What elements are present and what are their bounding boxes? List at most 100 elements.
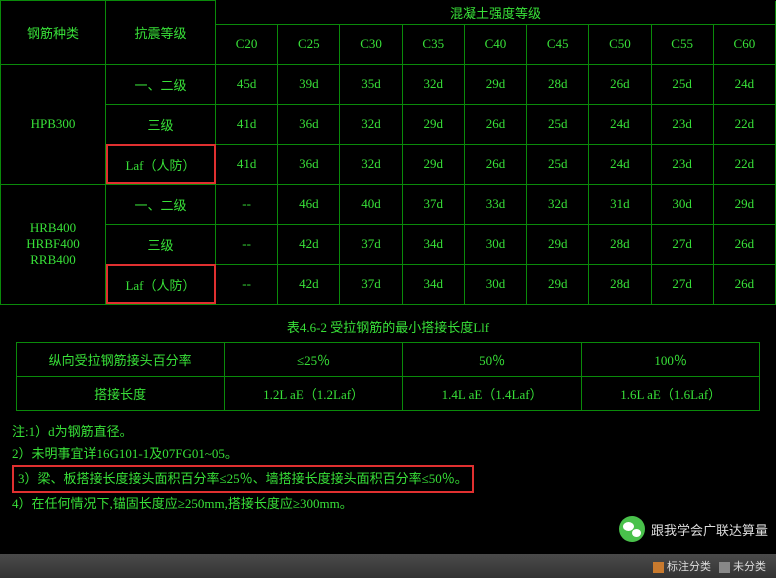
grade-cell: C30 <box>340 24 402 64</box>
table-cell: 26d <box>589 64 651 104</box>
table2-title: 表4.6-2 受拉钢筋的最小搭接长度Llf <box>0 317 776 336</box>
grade-cell: C35 <box>402 24 464 64</box>
grade-cell: C45 <box>527 24 589 64</box>
table-cell: 37d <box>340 224 402 264</box>
table2-cell: ≤25％ <box>224 342 403 376</box>
table-cell: 34d <box>402 264 464 304</box>
steel-type-hpb300: HPB300 <box>1 64 106 184</box>
lap-length-table: 纵向受拉钢筋接头百分率 ≤25％ 50％ 100％ 搭接长度 1.2L aE（1… <box>16 342 761 411</box>
table-cell: 41d <box>216 144 278 184</box>
grade-cell: C50 <box>589 24 651 64</box>
cad-drawing-canvas: 钢筋种类 抗震等级 混凝土强度等级 C20 C25 C30 C35 C40 C4… <box>0 0 776 578</box>
table-cell: 29d <box>402 144 464 184</box>
note-line: 4）在任何情况下,锚固长度应≥250mm,搭接长度应≥300mm。 <box>12 493 776 515</box>
table-cell: 33d <box>464 184 526 224</box>
table-cell: 46d <box>278 184 340 224</box>
seismic-level: 三级 <box>106 224 216 264</box>
steel-type-hrb400: HRB400 HRBF400 RRB400 <box>1 184 106 304</box>
table-cell: 23d <box>651 104 713 144</box>
table-cell: 24d <box>713 64 775 104</box>
steel-type-line: HRBF400 <box>26 236 79 251</box>
table-cell: 41d <box>216 104 278 144</box>
wechat-label: 跟我学会广联达算量 <box>651 520 768 539</box>
table2-cell: 100％ <box>581 342 760 376</box>
table-cell: -- <box>216 264 278 304</box>
wechat-watermark: 跟我学会广联达算量 <box>619 516 768 542</box>
col-header-concrete: 混凝土强度等级 <box>216 1 776 25</box>
table2-row2-label: 搭接长度 <box>16 376 224 410</box>
table-cell: 37d <box>340 264 402 304</box>
table-cell: 35d <box>340 64 402 104</box>
steel-type-line: RRB400 <box>30 252 76 267</box>
grade-cell: C25 <box>278 24 340 64</box>
table-cell: 37d <box>402 184 464 224</box>
table-cell: 27d <box>651 224 713 264</box>
steel-type-line: HRB400 <box>30 220 76 235</box>
table-cell: 24d <box>589 144 651 184</box>
table-cell: -- <box>216 224 278 264</box>
table-cell: 24d <box>589 104 651 144</box>
table-cell: 26d <box>713 264 775 304</box>
table-cell: 36d <box>278 104 340 144</box>
col-header-seismic: 抗震等级 <box>106 1 216 65</box>
table-cell: 26d <box>464 144 526 184</box>
seismic-level: 一、二级 <box>106 184 216 224</box>
table-cell: 28d <box>589 224 651 264</box>
seismic-level: 三级 <box>106 104 216 144</box>
grade-cell: C55 <box>651 24 713 64</box>
status-bar[interactable]: 标注分类 未分类 <box>0 554 776 578</box>
status-tag[interactable]: 未分类 <box>719 558 766 574</box>
table-cell: 32d <box>340 104 402 144</box>
note-line: 注:1）d为钢筋直径。 <box>12 421 776 443</box>
table2-cell: 1.4L aE（1.4Laf） <box>403 376 582 410</box>
table-cell: -- <box>216 184 278 224</box>
table-cell: 36d <box>278 144 340 184</box>
color-swatch-icon <box>719 562 730 573</box>
table-cell: 25d <box>527 144 589 184</box>
table-cell: 40d <box>340 184 402 224</box>
note-line: 2）未明事宜详16G101-1及07FG01~05。 <box>12 443 776 465</box>
table-cell: 32d <box>402 64 464 104</box>
status-tag[interactable]: 标注分类 <box>653 558 711 574</box>
notes-block: 注:1）d为钢筋直径。 2）未明事宜详16G101-1及07FG01~05。 3… <box>12 421 776 515</box>
table-cell: 25d <box>527 104 589 144</box>
seismic-level: 一、二级 <box>106 64 216 104</box>
table2-cell: 1.2L aE（1.2Laf） <box>224 376 403 410</box>
table-cell: 26d <box>713 224 775 264</box>
table-cell: 30d <box>464 224 526 264</box>
table-cell: 22d <box>713 104 775 144</box>
wechat-icon <box>619 516 645 542</box>
table-cell: 39d <box>278 64 340 104</box>
grade-cell: C40 <box>464 24 526 64</box>
table-cell: 45d <box>216 64 278 104</box>
table-cell: 26d <box>464 104 526 144</box>
table-cell: 32d <box>340 144 402 184</box>
table-cell: 31d <box>589 184 651 224</box>
table2-cell: 50％ <box>403 342 582 376</box>
table-cell: 34d <box>402 224 464 264</box>
table-cell: 29d <box>464 64 526 104</box>
table-cell: 32d <box>527 184 589 224</box>
table-cell: 30d <box>651 184 713 224</box>
table2-cell: 1.6L aE（1.6Laf） <box>581 376 760 410</box>
laf-row-label: Laf（人防） <box>106 144 216 184</box>
color-swatch-icon <box>653 562 664 573</box>
table-cell: 30d <box>464 264 526 304</box>
col-header-steel: 钢筋种类 <box>1 1 106 65</box>
table-cell: 28d <box>589 264 651 304</box>
note-line-highlighted: 3）梁、板搭接长度接头面积百分率≤25％、墙搭接长度接头面积百分率≤50％。 <box>12 465 474 493</box>
table-cell: 42d <box>278 224 340 264</box>
grade-cell: C60 <box>713 24 775 64</box>
table-cell: 29d <box>527 224 589 264</box>
table-cell: 28d <box>527 64 589 104</box>
laf-row-label: Laf（人防） <box>106 264 216 304</box>
table2-row1-label: 纵向受拉钢筋接头百分率 <box>16 342 224 376</box>
table-cell: 25d <box>651 64 713 104</box>
table-cell: 23d <box>651 144 713 184</box>
grade-cell: C20 <box>216 24 278 64</box>
table-cell: 29d <box>527 264 589 304</box>
table-cell: 29d <box>402 104 464 144</box>
table-cell: 29d <box>713 184 775 224</box>
table-cell: 27d <box>651 264 713 304</box>
table-cell: 22d <box>713 144 775 184</box>
